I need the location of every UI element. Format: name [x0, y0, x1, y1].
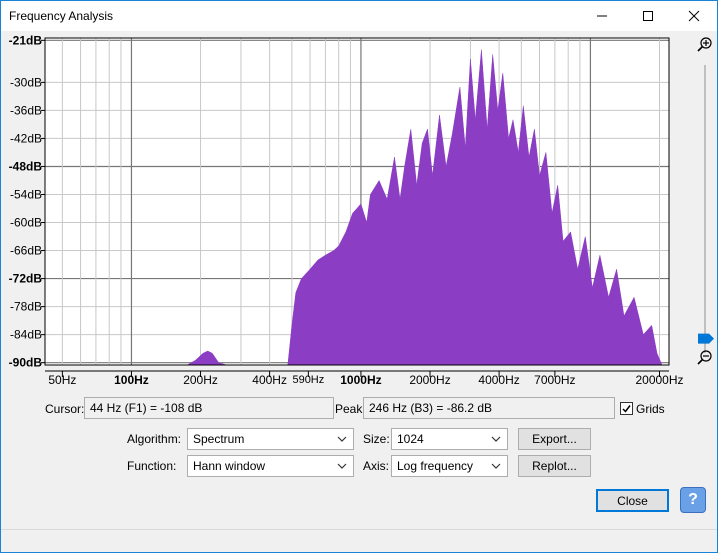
title-bar: Frequency Analysis: [1, 1, 717, 31]
maximize-button[interactable]: [625, 1, 671, 31]
grids-label: Grids: [636, 402, 665, 416]
y-tick-label: -36dB: [10, 103, 42, 117]
minimize-button[interactable]: [579, 1, 625, 31]
cursor-readout: 44 Hz (F1) = -108 dB: [84, 397, 334, 419]
chevron-down-icon: [337, 436, 347, 442]
close-window-button[interactable]: [671, 1, 717, 31]
y-tick-label: -60dB: [10, 216, 42, 230]
y-tick-label: -72dB: [9, 272, 43, 286]
x-tick-label: 7000Hz: [534, 373, 575, 387]
chevron-down-icon: [337, 463, 347, 469]
y-tick-label: -54dB: [10, 187, 42, 201]
x-tick-label: 4000Hz: [478, 373, 519, 387]
x-tick-label: 1000Hz: [340, 373, 381, 387]
algorithm-select[interactable]: Spectrum: [187, 428, 354, 450]
zoom-slider-thumb[interactable]: [698, 333, 714, 344]
x-tick-label: 2000Hz: [409, 373, 450, 387]
size-select[interactable]: 1024: [391, 428, 508, 450]
y-tick-label: -30dB: [10, 75, 42, 89]
algorithm-value: Spectrum: [193, 432, 245, 446]
function-select[interactable]: Hann window: [187, 455, 354, 477]
grids-checkbox[interactable]: [620, 402, 633, 415]
close-icon: [688, 10, 700, 22]
status-bar: [1, 529, 717, 552]
y-tick-label: -21dB: [9, 33, 43, 47]
x-tick-label: 590Hz: [292, 374, 324, 386]
x-tick-label: 100Hz: [114, 373, 149, 387]
y-tick-label: -42dB: [10, 131, 42, 145]
x-tick-label: 20000Hz: [635, 373, 683, 387]
replot-button[interactable]: Replot...: [518, 455, 591, 477]
chevron-down-icon: [491, 463, 501, 469]
cursor-label: Cursor:: [45, 402, 85, 416]
export-button[interactable]: Export...: [518, 428, 591, 450]
frequency-analysis-window: Frequency Analysis -21dB -30dB -36dB -42dB -…: [0, 0, 718, 553]
close-button[interactable]: Close: [596, 489, 669, 512]
maximize-icon: [643, 11, 653, 21]
y-tick-label: -48dB: [9, 159, 43, 173]
axis-select[interactable]: Log frequency: [391, 455, 508, 477]
size-label: Size:: [363, 432, 390, 446]
minimize-icon: [597, 15, 607, 17]
function-value: Hann window: [193, 459, 266, 473]
checkmark-icon: [622, 405, 631, 413]
size-value: 1024: [397, 432, 424, 446]
peak-readout: 246 Hz (B3) = -86.2 dB: [363, 397, 615, 419]
axis-value: Log frequency: [397, 459, 474, 473]
help-button[interactable]: ?: [680, 487, 706, 513]
x-tick-label: 50Hz: [48, 373, 76, 387]
y-tick-label: -84dB: [10, 328, 42, 342]
y-tick-label: -66dB: [10, 244, 42, 258]
peak-label: Peak:: [335, 402, 366, 416]
y-tick-label: -78dB: [10, 300, 42, 314]
zoom-in-icon[interactable]: [697, 37, 712, 52]
axis-label: Axis:: [363, 459, 390, 473]
window-title: Frequency Analysis: [9, 9, 114, 23]
chevron-down-icon: [491, 436, 501, 442]
y-tick-label: -90dB: [9, 356, 43, 370]
spectrum-plot: -21dB -30dB -36dB -42dB -48dB -54dB -60dB -66dB…: [9, 33, 714, 387]
algorithm-label: Algorithm:: [127, 432, 182, 446]
function-label: Function:: [127, 459, 177, 473]
x-tick-label: 400Hz: [252, 373, 287, 387]
x-tick-label: 200Hz: [183, 373, 218, 387]
